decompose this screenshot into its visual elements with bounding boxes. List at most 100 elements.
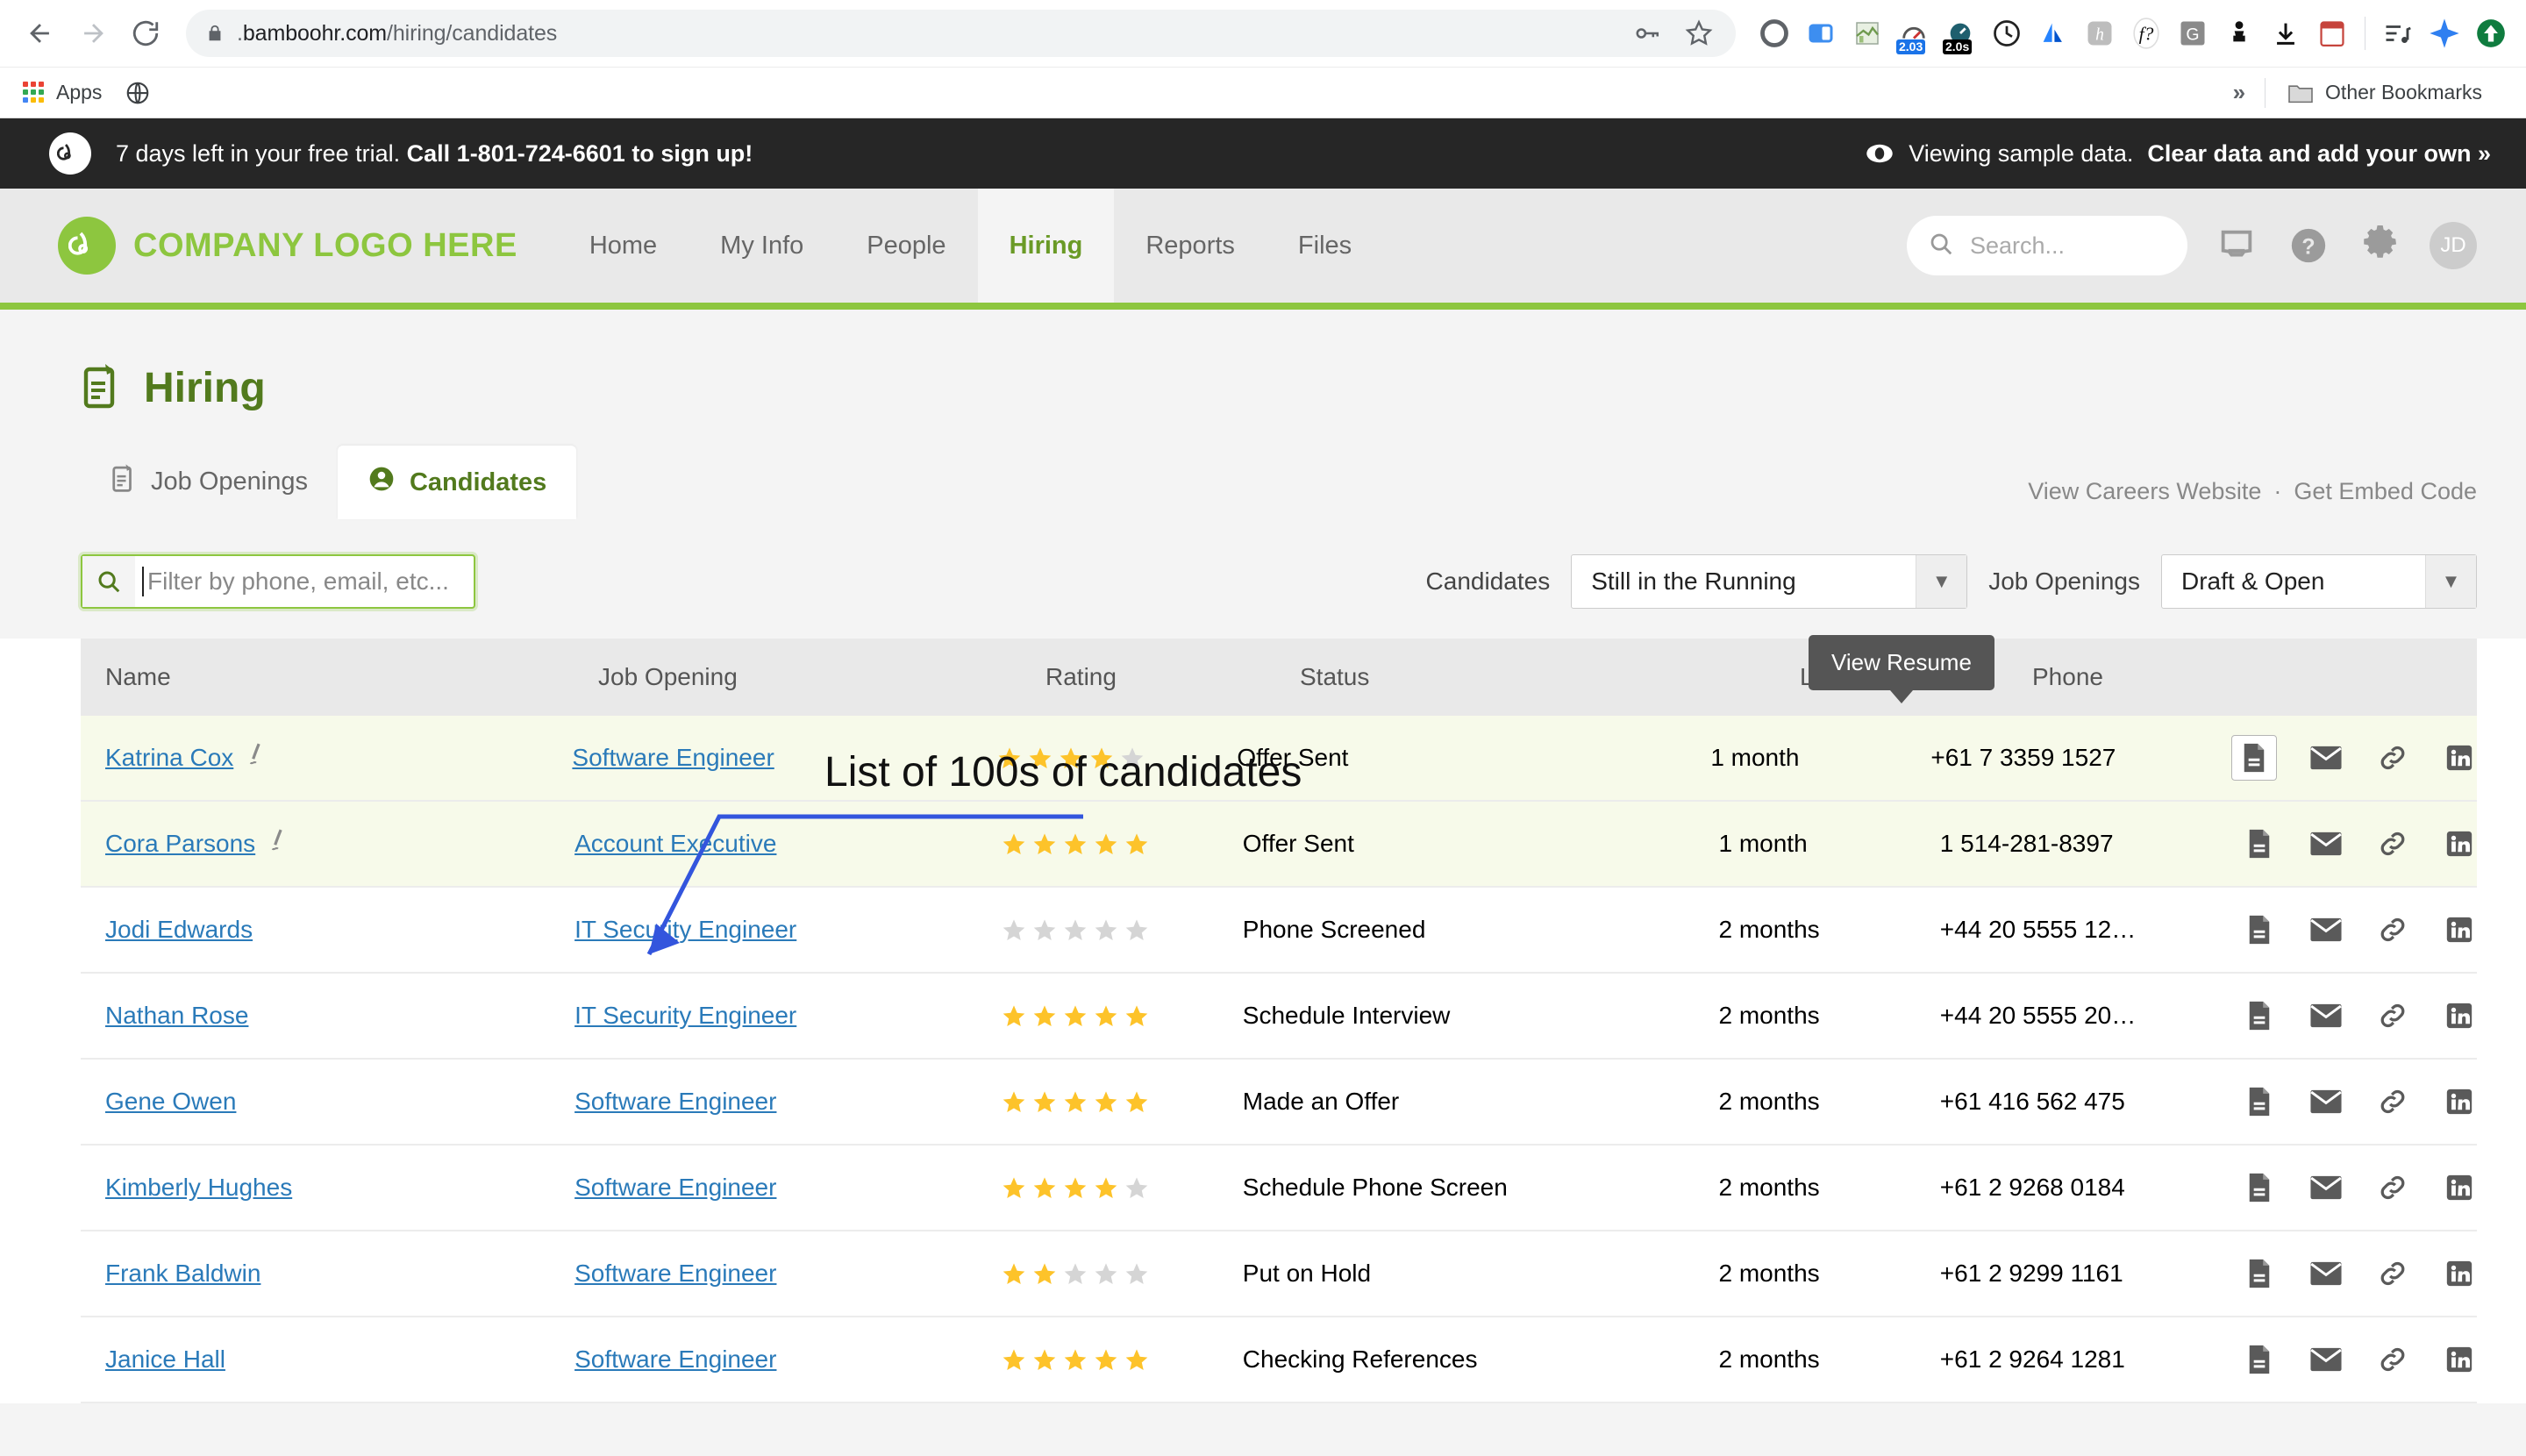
linkedin-icon[interactable] [2442, 740, 2477, 775]
table-row[interactable]: Gene OwenSoftware EngineerMade an Offer2… [81, 1060, 2477, 1146]
star-burst-icon[interactable] [2425, 14, 2464, 53]
nav-item-files[interactable]: Files [1267, 189, 1383, 303]
job-opening-link[interactable]: IT Security Engineer [574, 916, 796, 943]
chess-pawn-icon[interactable] [2220, 14, 2258, 53]
playlist-note-icon[interactable] [2379, 14, 2417, 53]
linkedin-icon[interactable] [2442, 1084, 2477, 1119]
cell-rating[interactable] [1001, 1347, 1243, 1373]
rating-stars[interactable] [1001, 1261, 1243, 1287]
nav-item-people[interactable]: People [835, 189, 977, 303]
email-envelope-icon[interactable] [2308, 1170, 2344, 1205]
calendar-icon[interactable] [2313, 14, 2351, 53]
linkedin-icon[interactable] [2442, 826, 2477, 861]
job-opening-link[interactable]: Account Executive [574, 830, 776, 857]
table-row[interactable]: Janice HallSoftware EngineerChecking Ref… [81, 1317, 2477, 1403]
candidate-name-link[interactable]: Frank Baldwin [105, 1260, 260, 1288]
forward-arrow-icon[interactable] [68, 9, 118, 58]
nav-item-my-info[interactable]: My Info [689, 189, 835, 303]
rating-stars[interactable] [1001, 1175, 1243, 1201]
linkedin-icon[interactable] [2442, 998, 2477, 1033]
candidate-filter-input[interactable]: Filter by phone, email, etc... [81, 554, 475, 609]
resume-document-icon[interactable] [2242, 1084, 2277, 1119]
cell-rating[interactable] [1001, 1175, 1243, 1201]
reload-icon[interactable] [121, 9, 170, 58]
trial-call-link[interactable]: Call 1-801-724-6601 to sign up! [407, 140, 753, 167]
tab-job-openings[interactable]: Job Openings [81, 444, 338, 519]
atlassian-icon[interactable] [2034, 14, 2073, 53]
table-row[interactable]: Kimberly HughesSoftware EngineerSchedule… [81, 1146, 2477, 1231]
avatar[interactable]: JD [2430, 222, 2477, 269]
candidate-name-link[interactable]: Kimberly Hughes [105, 1174, 292, 1202]
back-arrow-icon[interactable] [16, 9, 65, 58]
nav-item-hiring[interactable]: Hiring [978, 189, 1115, 303]
candidates-status-select[interactable]: Still in the Running ▼ [1571, 554, 1967, 609]
candidate-name-link[interactable]: Gene Owen [105, 1088, 236, 1116]
search-input[interactable]: Search... [1907, 216, 2187, 275]
pocket-sidebar-icon[interactable] [1802, 14, 1840, 53]
table-row[interactable]: Frank BaldwinSoftware EngineerPut on Hol… [81, 1231, 2477, 1317]
address-bar[interactable]: .bamboohr.com/hiring/candidates [186, 10, 1736, 57]
job-opening-link[interactable]: Software Engineer [574, 1174, 776, 1201]
honey-icon[interactable]: h [2080, 14, 2119, 53]
fontface-ninja-icon[interactable]: f? [2127, 14, 2166, 53]
cell-rating[interactable] [1001, 917, 1243, 943]
link-chain-icon[interactable] [2375, 1084, 2410, 1119]
bookmark-other-bookmarks[interactable]: Other Bookmarks [2287, 81, 2482, 104]
resume-document-icon[interactable] [2242, 998, 2277, 1033]
linkedin-icon[interactable] [2442, 912, 2477, 947]
candidate-name-link[interactable]: Janice Hall [105, 1345, 225, 1374]
nav-item-reports[interactable]: Reports [1114, 189, 1267, 303]
linkedin-icon[interactable] [2442, 1256, 2477, 1291]
table-row[interactable]: Cora ParsonsAccount ExecutiveOffer Sent1… [81, 802, 2477, 888]
candidate-name-link[interactable]: Jodi Edwards [105, 916, 253, 944]
question-mark-icon[interactable]: ? [2286, 223, 2331, 268]
candidate-name-link[interactable]: Katrina Cox [105, 744, 233, 772]
resume-document-icon[interactable] [2242, 912, 2277, 947]
job-opening-link[interactable]: Software Engineer [574, 1088, 776, 1115]
email-envelope-icon[interactable] [2308, 998, 2344, 1033]
linkedin-icon[interactable] [2442, 1342, 2477, 1377]
clear-data-link[interactable]: Clear data and add your own » [2147, 140, 2491, 168]
link-chain-icon[interactable] [2375, 912, 2410, 947]
bookmark-apps[interactable]: Apps [23, 81, 102, 104]
download-icon[interactable] [2266, 14, 2305, 53]
resume-document-icon[interactable] [2242, 826, 2277, 861]
candidate-name-link[interactable]: Cora Parsons [105, 830, 255, 858]
email-envelope-icon[interactable] [2308, 740, 2344, 775]
column-header-job-opening[interactable]: Job Opening [598, 663, 1045, 691]
grammarly-icon[interactable] [1755, 14, 1794, 53]
column-header-phone[interactable]: Phone [2032, 663, 2322, 691]
view-careers-website-link[interactable]: View Careers Website [2028, 478, 2261, 505]
rating-stars[interactable] [1001, 1347, 1243, 1373]
link-chain-icon[interactable] [2375, 1342, 2410, 1377]
link-chain-icon[interactable] [2375, 1256, 2410, 1291]
inbox-tray-icon[interactable] [2214, 223, 2259, 268]
password-key-icon[interactable] [1627, 14, 1666, 53]
job-opening-link[interactable]: Software Engineer [572, 744, 774, 771]
grayscale-g-icon[interactable]: G [2173, 14, 2212, 53]
resume-document-icon[interactable] [2231, 735, 2277, 781]
resume-document-icon[interactable] [2242, 1170, 2277, 1205]
table-row[interactable]: Jodi EdwardsIT Security EngineerPhone Sc… [81, 888, 2477, 974]
bookmark-globe[interactable] [125, 80, 151, 106]
map-extension-icon[interactable] [1848, 14, 1887, 53]
rating-stars[interactable] [1001, 831, 1243, 857]
speedtest-203-icon[interactable]: 2.03 [1894, 14, 1933, 53]
bookmarks-overflow-button[interactable]: » [2233, 79, 2245, 106]
link-chain-icon[interactable] [2375, 740, 2410, 775]
tab-candidates[interactable]: Candidates [338, 446, 576, 519]
column-header-rating[interactable]: Rating [1045, 663, 1300, 691]
table-row[interactable]: Nathan RoseIT Security EngineerSchedule … [81, 974, 2477, 1060]
upload-arrow-icon[interactable] [2472, 14, 2510, 53]
column-header-name[interactable]: Name [81, 663, 598, 691]
job-openings-select[interactable]: Draft & Open ▼ [2161, 554, 2477, 609]
nav-item-home[interactable]: Home [558, 189, 689, 303]
resume-document-icon[interactable] [2242, 1342, 2277, 1377]
cell-rating[interactable] [1001, 1261, 1243, 1287]
job-opening-link[interactable]: Software Engineer [574, 1260, 776, 1287]
job-opening-link[interactable]: IT Security Engineer [574, 1002, 796, 1029]
gauge-20s-icon[interactable]: 2.0s [1941, 14, 1980, 53]
email-envelope-icon[interactable] [2308, 1342, 2344, 1377]
email-envelope-icon[interactable] [2308, 912, 2344, 947]
link-chain-icon[interactable] [2375, 826, 2410, 861]
